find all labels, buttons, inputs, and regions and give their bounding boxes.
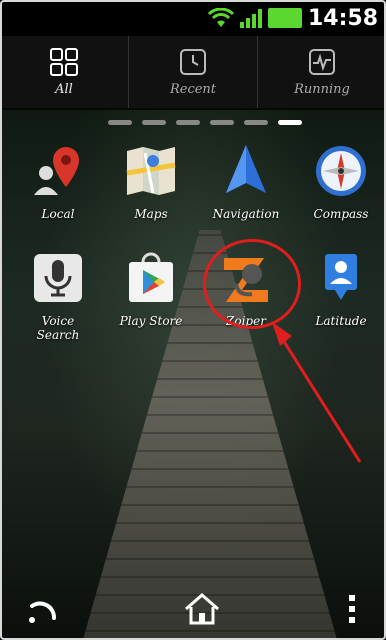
status-bar: 14:58 bbox=[0, 0, 386, 36]
maps-icon bbox=[126, 147, 176, 195]
phone-icon[interactable] bbox=[26, 592, 60, 626]
app-voice-search[interactable]: Voice Search bbox=[15, 250, 101, 342]
tab-running[interactable]: Running bbox=[258, 36, 386, 108]
zoiper-highlight-circle bbox=[203, 239, 301, 329]
dock-bar bbox=[0, 578, 386, 640]
app-compass[interactable]: Compass bbox=[298, 143, 384, 221]
latitude-icon bbox=[325, 254, 357, 300]
status-time: 14:58 bbox=[307, 5, 378, 31]
app-latitude[interactable]: Latitude bbox=[298, 250, 384, 328]
drawer-tab-bar: All Recent Running bbox=[0, 36, 386, 108]
app-label: Latitude bbox=[315, 314, 367, 328]
tab-recent[interactable]: Recent bbox=[129, 36, 258, 108]
app-label: Navigation bbox=[212, 207, 280, 221]
tab-all-label: All bbox=[55, 81, 73, 97]
app-label: Play Store bbox=[119, 314, 183, 328]
signal-icon bbox=[239, 8, 262, 28]
navigation-arrow-icon bbox=[226, 145, 266, 193]
tab-running-label: Running bbox=[294, 81, 350, 97]
tab-all[interactable]: All bbox=[0, 36, 129, 108]
app-navigation[interactable]: Navigation bbox=[203, 143, 289, 221]
app-label: Compass bbox=[313, 207, 369, 221]
local-pin-icon bbox=[34, 147, 79, 195]
page-indicator bbox=[108, 120, 302, 125]
battery-icon bbox=[267, 8, 302, 28]
app-label: Maps bbox=[134, 207, 168, 221]
wifi-icon bbox=[207, 8, 234, 27]
app-play-store[interactable]: Play Store bbox=[108, 250, 194, 328]
menu-icon[interactable] bbox=[344, 591, 360, 627]
compass-icon bbox=[316, 146, 366, 196]
app-maps[interactable]: Maps bbox=[108, 143, 194, 221]
app-local[interactable]: Local bbox=[15, 143, 101, 221]
clock-icon bbox=[180, 48, 206, 75]
home-icon[interactable] bbox=[182, 591, 222, 627]
play-store-icon bbox=[129, 252, 173, 302]
grid-icon bbox=[50, 47, 78, 76]
app-label: Local bbox=[41, 207, 75, 221]
app-label: Voice Search bbox=[36, 314, 80, 342]
microphone-icon bbox=[34, 254, 82, 302]
tab-recent-label: Recent bbox=[169, 81, 217, 97]
pulse-icon bbox=[309, 48, 335, 75]
